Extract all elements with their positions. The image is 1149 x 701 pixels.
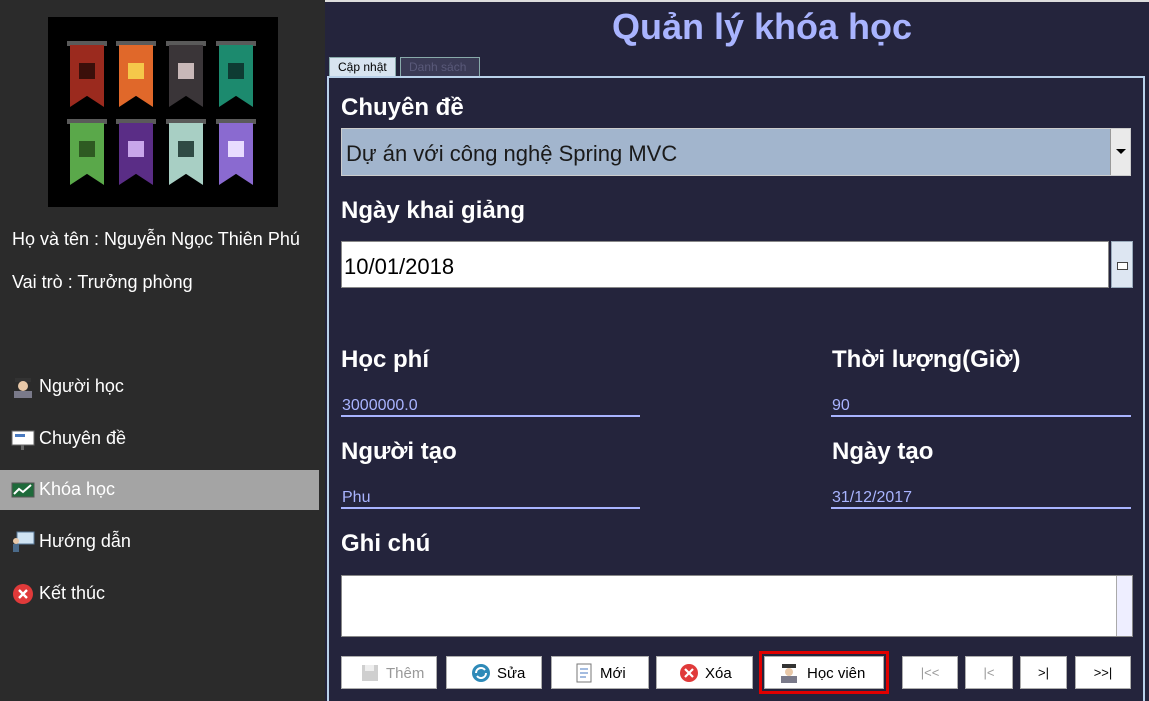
fee-value: 3000000.0: [342, 397, 418, 414]
add-button[interactable]: Thêm: [341, 656, 437, 689]
sidebar-item-guide[interactable]: Hướng dẫn: [0, 522, 319, 562]
start-date-label: Ngày khai giảng: [341, 197, 526, 224]
creator-field[interactable]: Phu: [341, 487, 640, 509]
document-icon: [576, 663, 592, 683]
chart-icon: [11, 482, 35, 498]
notes-scrollbar[interactable]: [1116, 576, 1132, 636]
next-record-button[interactable]: >|: [1020, 656, 1067, 689]
student-icon: [781, 664, 797, 683]
duration-label: Thời lượng(Giờ): [832, 346, 1021, 373]
sidebar-item-courses[interactable]: Khóa học: [0, 470, 319, 510]
sidebar-item-exit[interactable]: Kết thúc: [0, 574, 319, 614]
logo: [48, 17, 278, 207]
notes-label: Ghi chú: [341, 530, 431, 557]
notes-textarea[interactable]: [341, 575, 1133, 637]
start-date-field[interactable]: 10/01/2018: [341, 241, 1109, 288]
sidebar: Họ và tên : Nguyễn Ngọc Thiên Phú Vai tr…: [0, 0, 325, 701]
created-date-label: Ngày tạo: [832, 438, 934, 465]
edit-button[interactable]: Sửa: [446, 656, 542, 689]
user-name-text: Họ và tên : Nguyễn Ngọc Thiên Phú: [12, 229, 300, 249]
first-record-button[interactable]: |<<: [902, 656, 958, 689]
previous-record-button[interactable]: |<: [965, 656, 1013, 689]
new-button[interactable]: Mới: [551, 656, 649, 689]
delete-button-label: Xóa: [705, 665, 732, 682]
edit-button-label: Sửa: [497, 665, 526, 682]
board-icon: [11, 430, 35, 450]
banner-red-icon: [67, 41, 107, 107]
creator-value: Phu: [342, 489, 371, 506]
start-date-value: 10/01/2018: [344, 254, 455, 279]
duration-field[interactable]: 90: [831, 395, 1131, 417]
save-icon: [362, 665, 378, 681]
banner-black-fist-icon: [166, 41, 206, 107]
sidebar-item-topics[interactable]: Chuyên đề: [0, 419, 319, 459]
fee-label: Học phí: [341, 346, 429, 373]
creator-label: Người tạo: [341, 438, 457, 465]
students-button-label: Học viên: [807, 665, 866, 682]
chevron-down-icon[interactable]: [1110, 129, 1130, 175]
fee-field[interactable]: 3000000.0: [341, 395, 640, 417]
created-date-field[interactable]: 31/12/2017: [831, 487, 1131, 509]
student-icon: [14, 378, 32, 398]
sidebar-item-students[interactable]: Người học: [0, 367, 319, 407]
banner-orange-icon: [116, 41, 156, 107]
add-button-label: Thêm: [386, 665, 425, 682]
banner-teal-icon: [216, 41, 256, 107]
refresh-icon: [472, 664, 490, 682]
banner-purple-icon: [116, 119, 156, 185]
delete-icon: [680, 664, 698, 682]
form: Chuyên đề Dự án với công nghệ Spring MVC…: [327, 0, 1147, 701]
close-circle-icon: [13, 584, 33, 604]
students-button[interactable]: Học viên: [759, 651, 889, 694]
user-role-text: Vai trò : Trưởng phòng: [12, 272, 193, 292]
banner-lilac-icon: [216, 119, 256, 185]
topic-select-value: Dự án với công nghệ Spring MVC: [346, 141, 678, 166]
delete-button[interactable]: Xóa: [656, 656, 753, 689]
presentation-icon: [13, 531, 35, 552]
topic-label: Chuyên đề: [341, 94, 464, 121]
banner-mint-icon: [166, 119, 206, 185]
topic-select[interactable]: Dự án với công nghệ Spring MVC: [341, 128, 1131, 176]
duration-value: 90: [832, 397, 850, 414]
banner-green-bow-icon: [67, 119, 107, 185]
created-date-value: 31/12/2017: [832, 489, 913, 506]
calendar-icon[interactable]: [1111, 241, 1133, 288]
new-button-label: Mới: [600, 665, 626, 682]
last-record-button[interactable]: >>|: [1075, 656, 1131, 689]
